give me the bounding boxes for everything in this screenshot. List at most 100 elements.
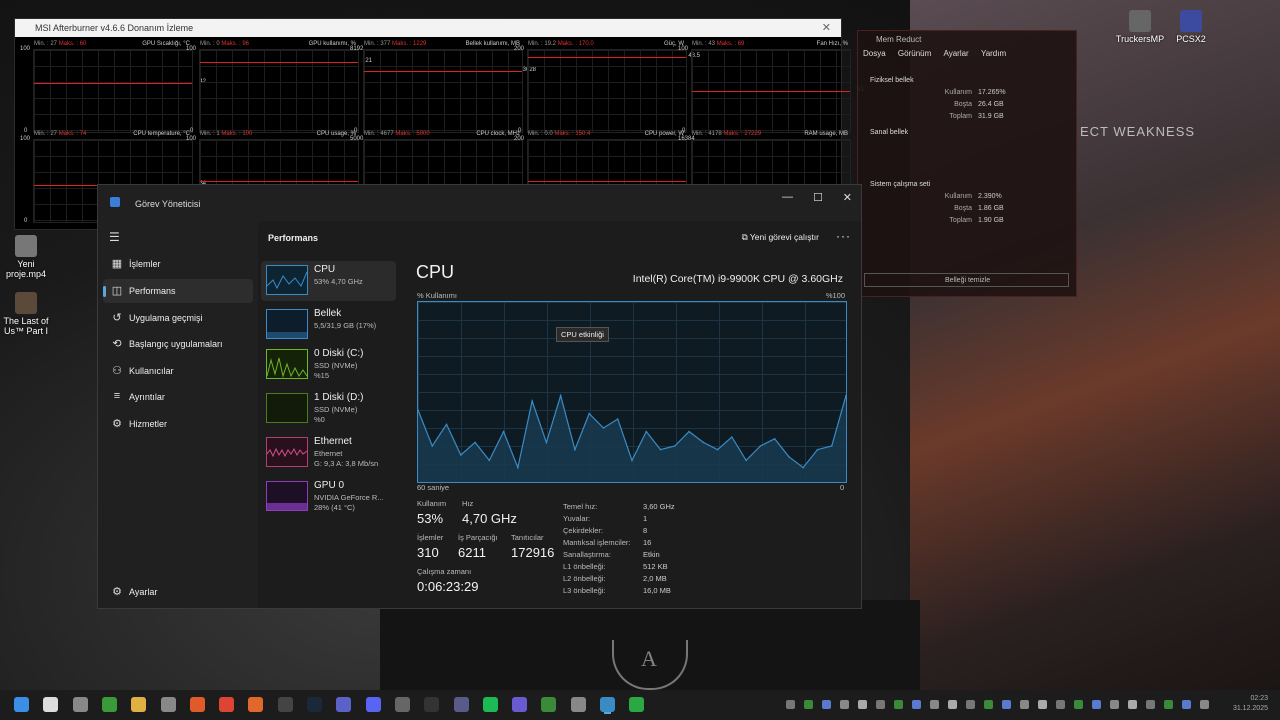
app2-icon[interactable] [453, 697, 469, 712]
cpu-usage-point [745, 459, 747, 462]
cpu-usage-point [674, 445, 676, 447]
graph-scale-top: 200 [514, 136, 525, 142]
cpu-usage-point [731, 436, 733, 438]
desktop-icon-video[interactable]: Yeni proje.mp4 [0, 235, 52, 279]
tray-icon[interactable] [1128, 700, 1137, 709]
resource-gpu[interactable]: GPU 0 NVIDIA GeForce R... 28% (41 °C) [261, 477, 396, 517]
menu-file[interactable]: Dosya [863, 49, 886, 58]
x-axis-right-label: 0 [840, 483, 845, 492]
tray-icon[interactable] [1092, 700, 1101, 709]
resource-disk-c[interactable]: 0 Diski (C:) SSD (NVMe) %15 [261, 345, 396, 385]
desktop-icon-truckersmp[interactable]: TruckersMP [1114, 10, 1166, 44]
tray-icon[interactable] [948, 700, 957, 709]
menu-help[interactable]: Yardım [981, 49, 1006, 58]
origin-icon[interactable] [248, 697, 264, 712]
task-manager-window[interactable]: Görev Yöneticisi — ☐ ✕ ☰ ▦ İşlemler ◫ Perf… [97, 184, 862, 609]
tray-icon[interactable] [1074, 700, 1083, 709]
obs-icon[interactable] [72, 697, 88, 712]
app4-icon[interactable] [541, 697, 557, 712]
discord-icon[interactable] [365, 697, 381, 712]
run-new-task-button[interactable]: ⧉ Yeni görevi çalıştır [742, 232, 819, 243]
tray-icon[interactable] [1002, 700, 1011, 709]
memory-thumbnail [266, 309, 308, 339]
menu-view[interactable]: Görünüm [898, 49, 931, 58]
tray-icon[interactable] [804, 700, 813, 709]
uptime-label: Çalışma zamanı [417, 567, 472, 576]
tray-icon[interactable] [876, 700, 885, 709]
graph-scale-top: 5000 [350, 136, 364, 142]
spotify-icon[interactable] [482, 697, 498, 712]
nav-users[interactable]: ⚇ Kullanıcılar [103, 359, 253, 383]
tray-icon[interactable] [786, 700, 795, 709]
tray-icon[interactable] [1056, 700, 1065, 709]
tray-icon[interactable] [858, 700, 867, 709]
resource-cpu[interactable]: CPU 53% 4,70 GHz [261, 261, 396, 301]
app6-icon[interactable] [629, 697, 645, 712]
resource-memory[interactable]: Bellek 5,5/31,9 GB (17%) [261, 305, 396, 345]
truck-icon [1129, 10, 1151, 32]
tray-icon[interactable] [1182, 700, 1191, 709]
tray-icon[interactable] [894, 700, 903, 709]
nav-processes[interactable]: ▦ İşlemler [103, 252, 253, 276]
chrome-icon[interactable] [219, 697, 235, 712]
more-options-icon[interactable]: ··· [836, 229, 851, 243]
nav-startup-apps[interactable]: ⟲ Başlangıç uygulamaları [103, 332, 253, 356]
tray-icon[interactable] [1020, 700, 1029, 709]
nav-services[interactable]: ⚙ Hizmetler [103, 412, 253, 436]
afterburner-titlebar[interactable]: MSI Afterburner v4.6.6 Donanım İzleme ✕ [15, 19, 841, 37]
tray-icon[interactable] [1110, 700, 1119, 709]
app3-icon[interactable] [512, 697, 528, 712]
tray-icon[interactable] [840, 700, 849, 709]
tray-icon[interactable] [966, 700, 975, 709]
hamburger-menu-icon[interactable]: ☰ [109, 230, 120, 244]
search-icon[interactable] [43, 697, 59, 712]
epic-icon[interactable] [277, 697, 293, 712]
nav-details[interactable]: ≡ Ayrıntılar [103, 385, 253, 409]
graph-max: Maks. : 27229 [723, 131, 762, 137]
tray-icon[interactable] [1200, 700, 1209, 709]
cpu-usage-chart[interactable]: CPU etkinliği [417, 301, 847, 483]
explorer-icon[interactable] [131, 697, 147, 712]
brave-icon[interactable] [189, 697, 205, 712]
app5-icon[interactable] [570, 697, 586, 712]
tray-icon[interactable] [912, 700, 921, 709]
desktop-icon-tlou[interactable]: The Last of Us™ Part I [0, 292, 52, 336]
tray-icon[interactable] [984, 700, 993, 709]
nav-settings[interactable]: ⚙ Ayarlar [103, 580, 253, 604]
wallpaper-text: ECT WEAKNESS [1080, 124, 1196, 139]
xbox-icon[interactable] [101, 697, 117, 712]
cpu-usage-point [460, 454, 462, 456]
steam-icon[interactable] [307, 697, 322, 712]
resource-disk-d[interactable]: 1 Diski (D:) SSD (NVMe) %0 [261, 389, 396, 429]
tray-icon[interactable] [822, 700, 831, 709]
memreduct-menu: Dosya Görünüm Ayarlar Yardım [858, 49, 1076, 58]
clock[interactable]: 02:23 31.12.2025 [1233, 694, 1268, 714]
tray-icon[interactable] [930, 700, 939, 709]
task-manager-titlebar[interactable]: Görev Yöneticisi — ☐ ✕ [98, 185, 861, 221]
nav-performance[interactable]: ◫ Performans [103, 279, 253, 303]
resource-ethernet[interactable]: Ethernet Ethernet G: 9,3 A: 3,8 Mb/sn [261, 433, 396, 473]
tray-icon[interactable] [1038, 700, 1047, 709]
teams-icon[interactable] [336, 697, 352, 712]
start-icon[interactable] [14, 697, 29, 712]
desktop-icon-pcsx2[interactable]: PCSX2 [1165, 10, 1217, 44]
physical-row: Boşta 26.4 GB [954, 101, 1004, 108]
memreduct-window[interactable]: Mem Reduct Dosya Görünüm Ayarlar Yardım … [857, 30, 1077, 297]
close-icon[interactable]: ✕ [843, 191, 852, 204]
menu-settings[interactable]: Ayarlar [944, 49, 969, 58]
tray-icon[interactable] [1164, 700, 1173, 709]
spec-row: Sanallaştırma: Etkin [563, 550, 660, 559]
app-icon[interactable] [394, 697, 410, 712]
minimize-icon[interactable]: — [782, 191, 793, 203]
close-icon[interactable]: ✕ [822, 19, 831, 37]
taskmanager-icon[interactable] [600, 697, 615, 712]
graph-min: Min. : 0.0 [528, 131, 555, 137]
clean-memory-button[interactable]: Belleği temizle [864, 273, 1069, 287]
task-manager-icon [110, 197, 120, 207]
store-icon[interactable] [160, 697, 176, 712]
maximize-icon[interactable]: ☐ [813, 191, 823, 204]
desktop-icon-label: The Last of Us™ Part I [3, 316, 49, 336]
tray-icon[interactable] [1146, 700, 1155, 709]
terminal-icon[interactable] [424, 697, 440, 712]
nav-app-history[interactable]: ↺ Uygulama geçmişi [103, 306, 253, 330]
